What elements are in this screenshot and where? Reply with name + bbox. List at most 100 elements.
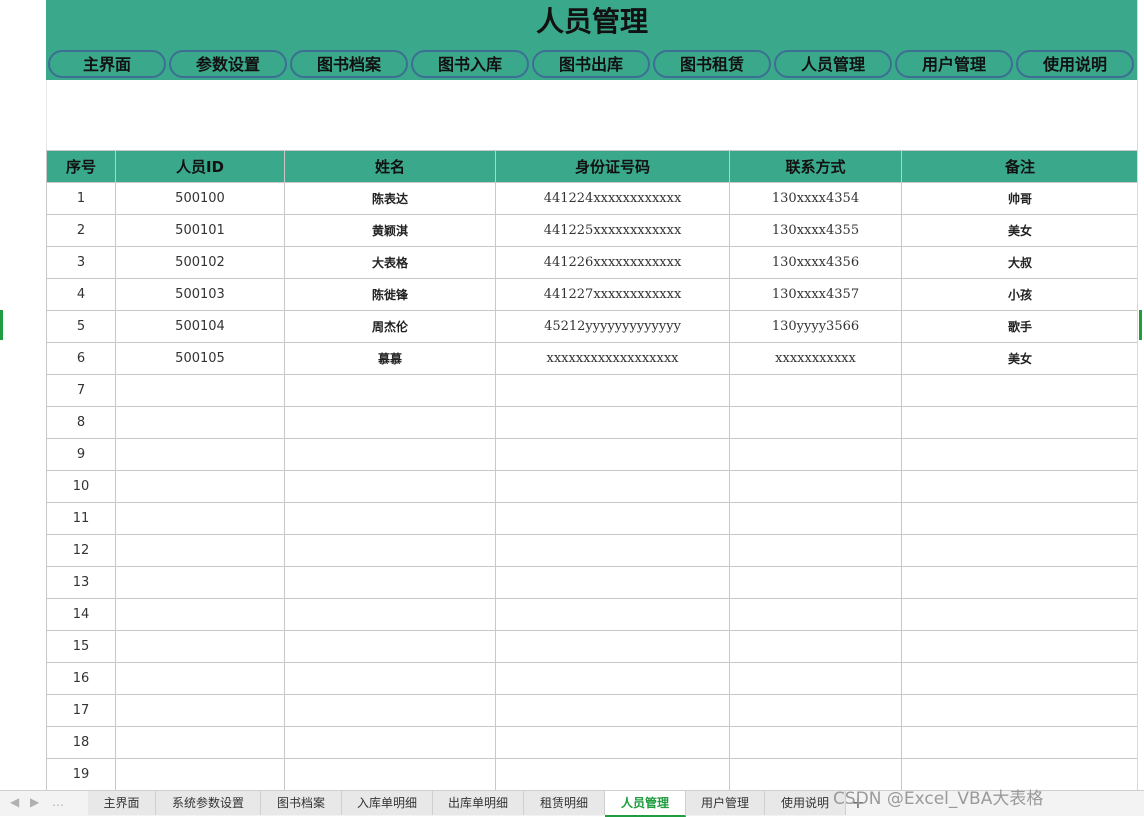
cell-contact[interactable]: 130xxxx4356 <box>729 246 902 279</box>
cell-name[interactable] <box>284 694 496 727</box>
cell-person-id[interactable]: 500101 <box>115 214 285 247</box>
cell-contact[interactable]: 130xxxx4357 <box>729 278 902 311</box>
cell-person-id[interactable]: 500105 <box>115 342 285 375</box>
cell-contact[interactable] <box>729 470 902 503</box>
cell-note[interactable] <box>901 502 1139 535</box>
cell-contact[interactable] <box>729 534 902 567</box>
cell-note[interactable] <box>901 662 1139 695</box>
cell-name[interactable]: 慕慕 <box>284 342 496 375</box>
sheet-tab-users[interactable]: 用户管理 <box>686 791 765 815</box>
cell-contact[interactable]: 130yyyy3566 <box>729 310 902 343</box>
nav-button-home[interactable]: 主界面 <box>48 50 166 78</box>
cell-id-card[interactable]: 45212yyyyyyyyyyyyy <box>495 310 730 343</box>
sheet-tab-out-details[interactable]: 出库单明细 <box>433 791 524 815</box>
nav-button-book-archive[interactable]: 图书档案 <box>290 50 408 78</box>
sheet-tab-home[interactable]: 主界面 <box>88 791 156 815</box>
cell-note[interactable] <box>901 470 1139 503</box>
sheet-tab-book-archive[interactable]: 图书档案 <box>261 791 342 815</box>
sheet-tab-system-params[interactable]: 系统参数设置 <box>156 791 261 815</box>
column-header-contact[interactable]: 联系方式 <box>729 150 902 183</box>
cell-name[interactable] <box>284 534 496 567</box>
cell-seq[interactable]: 18 <box>46 726 116 759</box>
nav-button-help[interactable]: 使用说明 <box>1016 50 1134 78</box>
column-header-seq[interactable]: 序号 <box>46 150 116 183</box>
cell-id-card[interactable] <box>495 406 730 439</box>
cell-person-id[interactable]: 500100 <box>115 182 285 215</box>
cell-note[interactable]: 美女 <box>901 214 1139 247</box>
cell-id-card[interactable] <box>495 438 730 471</box>
cell-contact[interactable] <box>729 694 902 727</box>
cell-seq[interactable]: 17 <box>46 694 116 727</box>
cell-note[interactable]: 大叔 <box>901 246 1139 279</box>
cell-id-card[interactable] <box>495 662 730 695</box>
cell-contact[interactable]: xxxxxxxxxxx <box>729 342 902 375</box>
next-sheet-icon[interactable]: ▶ <box>30 795 39 809</box>
cell-contact[interactable] <box>729 630 902 663</box>
cell-contact[interactable]: 130xxxx4354 <box>729 182 902 215</box>
cell-note[interactable]: 美女 <box>901 342 1139 375</box>
cell-seq[interactable]: 19 <box>46 758 116 791</box>
cell-name[interactable]: 陈徙锋 <box>284 278 496 311</box>
cell-seq[interactable]: 12 <box>46 534 116 567</box>
cell-name[interactable]: 黄颖淇 <box>284 214 496 247</box>
cell-name[interactable] <box>284 630 496 663</box>
cell-seq[interactable]: 13 <box>46 566 116 599</box>
cell-person-id[interactable] <box>115 694 285 727</box>
cell-note[interactable]: 小孩 <box>901 278 1139 311</box>
nav-button-settings[interactable]: 参数设置 <box>169 50 287 78</box>
cell-id-card[interactable] <box>495 694 730 727</box>
cell-seq[interactable]: 8 <box>46 406 116 439</box>
nav-button-personnel[interactable]: 人员管理 <box>774 50 892 78</box>
cell-person-id[interactable] <box>115 566 285 599</box>
cell-id-card[interactable] <box>495 374 730 407</box>
cell-person-id[interactable] <box>115 758 285 791</box>
cell-person-id[interactable]: 500104 <box>115 310 285 343</box>
cell-note[interactable] <box>901 726 1139 759</box>
cell-id-card[interactable] <box>495 534 730 567</box>
cell-seq[interactable]: 11 <box>46 502 116 535</box>
cell-seq[interactable]: 14 <box>46 598 116 631</box>
cell-seq[interactable]: 9 <box>46 438 116 471</box>
cell-person-id[interactable] <box>115 662 285 695</box>
cell-contact[interactable] <box>729 502 902 535</box>
cell-note[interactable] <box>901 566 1139 599</box>
cell-name[interactable] <box>284 758 496 791</box>
cell-id-card[interactable]: 441226xxxxxxxxxxxx <box>495 246 730 279</box>
cell-note[interactable] <box>901 406 1139 439</box>
cell-seq[interactable]: 10 <box>46 470 116 503</box>
column-header-id-card[interactable]: 身份证号码 <box>495 150 730 183</box>
cell-seq[interactable]: 3 <box>46 246 116 279</box>
cell-seq[interactable]: 5 <box>46 310 116 343</box>
cell-note[interactable] <box>901 694 1139 727</box>
cell-note[interactable]: 歌手 <box>901 310 1139 343</box>
cell-contact[interactable] <box>729 438 902 471</box>
cell-person-id[interactable]: 500102 <box>115 246 285 279</box>
cell-note[interactable] <box>901 630 1139 663</box>
cell-id-card[interactable]: xxxxxxxxxxxxxxxxxx <box>495 342 730 375</box>
column-header-note[interactable]: 备注 <box>901 150 1139 183</box>
cell-name[interactable] <box>284 662 496 695</box>
cell-note[interactable] <box>901 438 1139 471</box>
cell-seq[interactable]: 2 <box>46 214 116 247</box>
cell-name[interactable] <box>284 598 496 631</box>
cell-name[interactable] <box>284 470 496 503</box>
cell-contact[interactable] <box>729 406 902 439</box>
nav-button-book-out[interactable]: 图书出库 <box>532 50 650 78</box>
cell-id-card[interactable] <box>495 630 730 663</box>
cell-person-id[interactable] <box>115 470 285 503</box>
cell-contact[interactable] <box>729 566 902 599</box>
cell-id-card[interactable]: 441225xxxxxxxxxxxx <box>495 214 730 247</box>
cell-person-id[interactable] <box>115 438 285 471</box>
cell-person-id[interactable] <box>115 726 285 759</box>
cell-person-id[interactable] <box>115 502 285 535</box>
cell-id-card[interactable]: 441227xxxxxxxxxxxx <box>495 278 730 311</box>
sheet-tab-personnel[interactable]: 人员管理 <box>605 791 686 817</box>
cell-contact[interactable] <box>729 662 902 695</box>
cell-person-id[interactable] <box>115 374 285 407</box>
cell-person-id[interactable] <box>115 630 285 663</box>
cell-name[interactable] <box>284 502 496 535</box>
cell-person-id[interactable]: 500103 <box>115 278 285 311</box>
cell-seq[interactable]: 4 <box>46 278 116 311</box>
cell-contact[interactable] <box>729 374 902 407</box>
cell-person-id[interactable] <box>115 534 285 567</box>
